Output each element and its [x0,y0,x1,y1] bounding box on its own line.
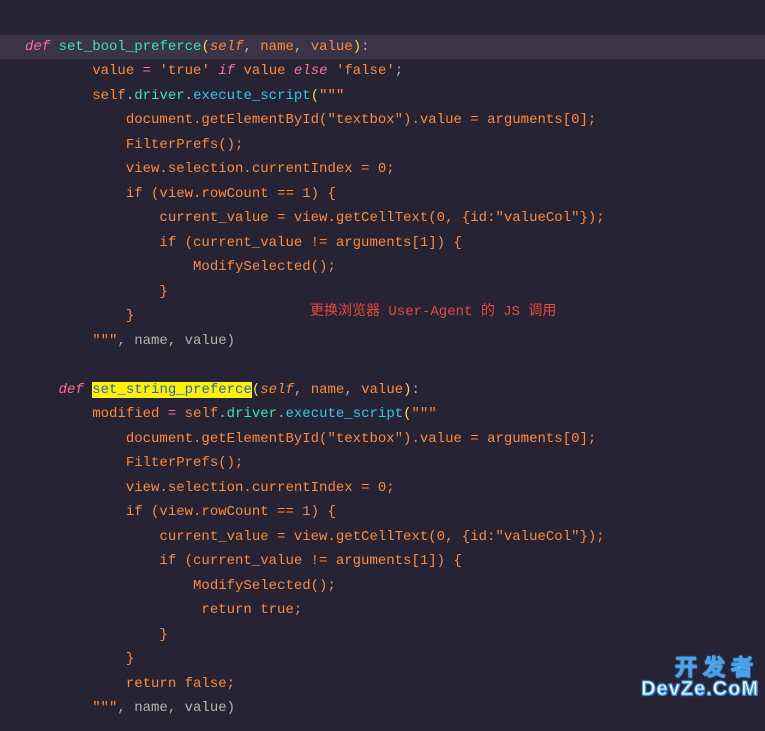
code-line: ModifySelected(); [25,578,336,594]
param-self: self [210,39,244,55]
code-line: FilterPrefs(); [25,455,243,471]
keyword-def: def [59,382,84,398]
watermark-bottom: DevZe.CoM [641,679,759,699]
code-line: } [25,308,134,324]
code-line: } [25,627,168,643]
annotation-text: 更换浏览器 User-Agent 的 JS 调用 [310,300,556,325]
code-line: def set_bool_preferce(self, name, value)… [0,35,765,60]
code-line: ModifySelected(); [25,259,336,275]
code-line: """, name, value) [25,700,235,716]
code-line: modified = self.driver.execute_script(""… [25,406,437,422]
code-line: view.selection.currentIndex = 0; [25,480,395,496]
code-line: document.getElementById("textbox").value… [25,112,596,128]
function-name-highlighted: set_string_preferce [92,382,252,398]
code-line: def set_string_preferce(self, name, valu… [25,382,420,398]
code-line: FilterPrefs(); [25,137,243,153]
keyword-def: def [25,39,50,55]
watermark-top: 开发者 [641,657,759,679]
code-line: self.driver.execute_script(""" [25,88,344,104]
code-line: current_value = view.getCellText(0, {id:… [25,210,605,226]
watermark: 开发者 DevZe.CoM [641,657,759,699]
code-line: if (current_value != arguments[1]) { [25,553,462,569]
code-line: """, name, value) [25,333,235,349]
param: name [260,39,294,55]
code-line: current_value = view.getCellText(0, {id:… [25,529,605,545]
code-line: view.selection.currentIndex = 0; [25,161,395,177]
code-line: if (view.rowCount == 1) { [25,186,336,202]
code-block: def set_bool_preferce(self, name, value)… [0,0,765,731]
code-line: return false; [25,676,235,692]
code-line: if (current_value != arguments[1]) { [25,235,462,251]
function-name: set_bool_preferce [59,39,202,55]
code-line: } [25,651,134,667]
code-line: document.getElementById("textbox").value… [25,431,596,447]
code-line: value = 'true' if value else 'false'; [25,63,403,79]
code-line: } [25,284,168,300]
param: value [311,39,353,55]
paren: ) [353,39,361,55]
code-line: return true; [25,602,302,618]
code-line: if (view.rowCount == 1) { [25,504,336,520]
paren: ( [201,39,209,55]
